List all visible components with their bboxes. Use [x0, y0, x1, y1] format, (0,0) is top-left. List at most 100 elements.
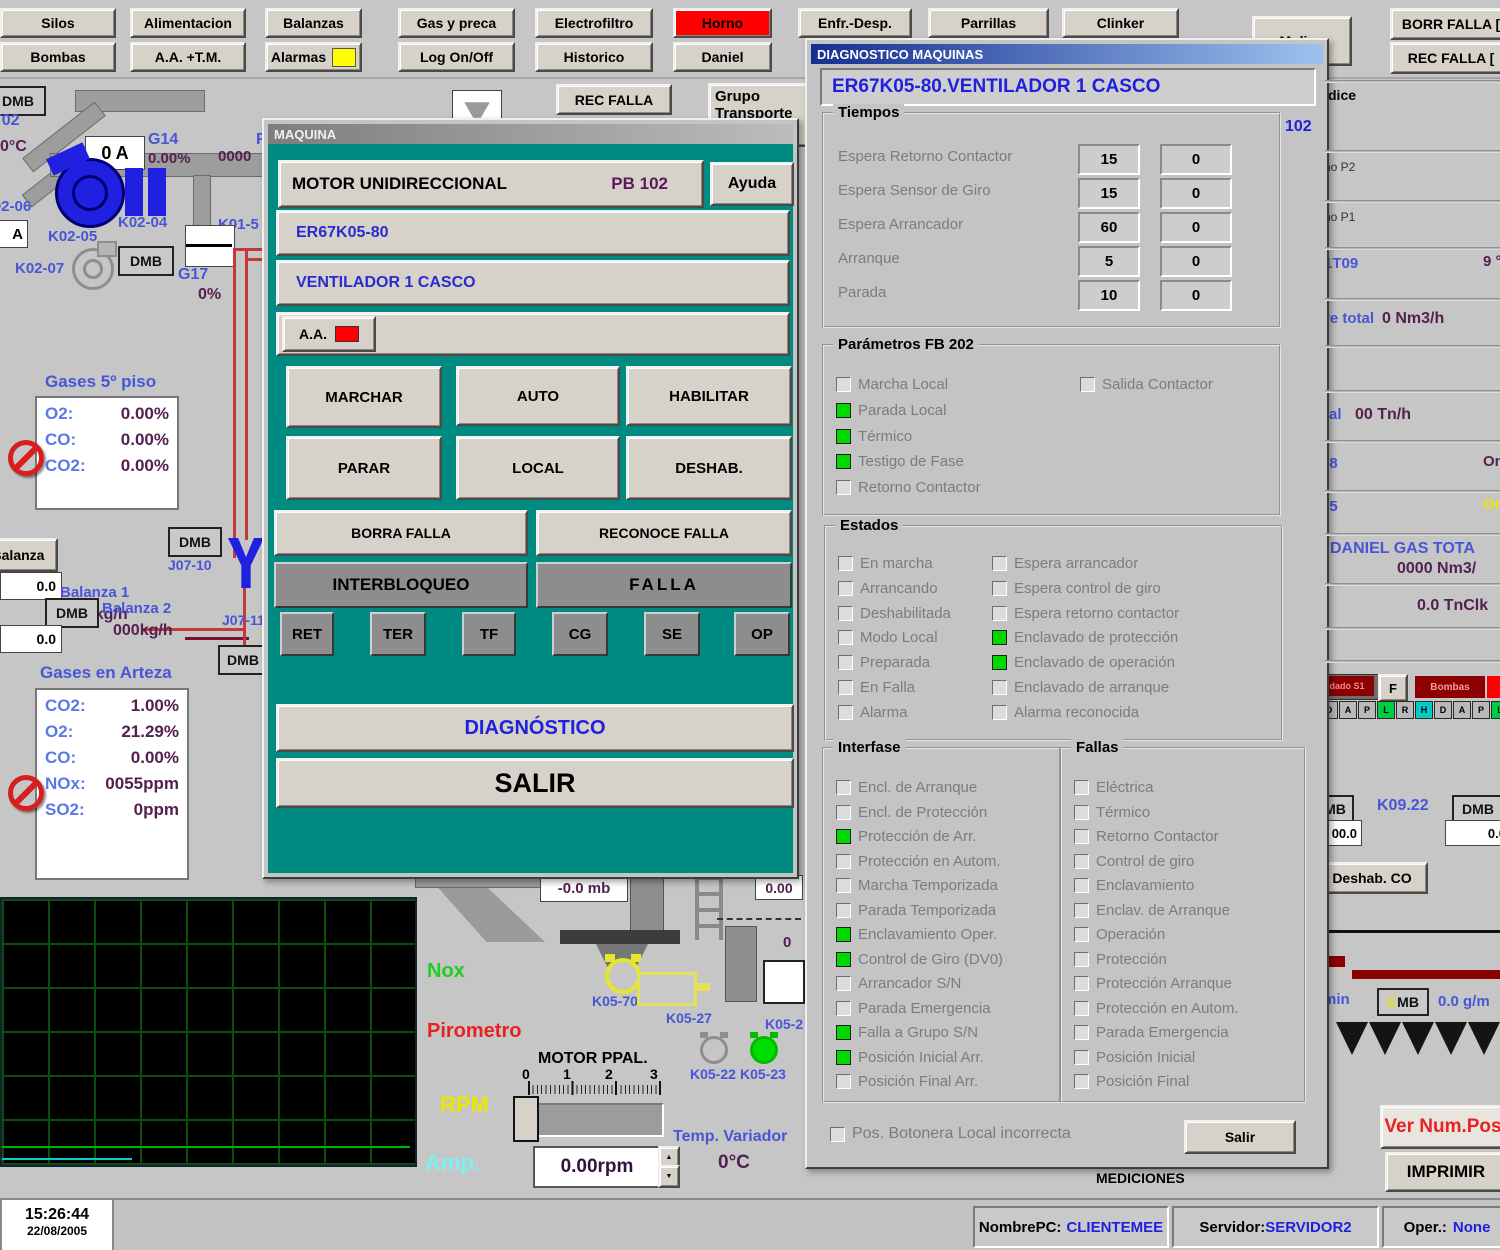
checkbox-parada-temporizada[interactable]: Parada Temporizada — [836, 902, 996, 918]
maquina-titlebar[interactable]: MAQUINA — [268, 124, 793, 144]
mini-status-r[interactable]: R — [1396, 701, 1414, 719]
dmb-box-right[interactable]: DMB — [1452, 795, 1500, 823]
checkbox-posici-n-inicial-arr[interactable]: Posición Inicial Arr. — [836, 1049, 984, 1065]
motor-icon-k05-70[interactable] — [605, 958, 641, 994]
checkbox-t-rmico[interactable]: Térmico — [836, 428, 912, 444]
checkbox-enclavado-de-protecci-n[interactable]: Enclavado de protección — [992, 629, 1178, 645]
toolbar-button-bombas[interactable]: Bombas — [0, 42, 116, 72]
checkbox-en-falla[interactable]: En Falla — [838, 679, 915, 695]
checkbox-testigo-de-fase[interactable]: Testigo de Fase — [836, 453, 964, 469]
parar-button[interactable]: PARAR — [286, 436, 442, 500]
checkbox-posici-n-inicial[interactable]: Posición Inicial — [1074, 1049, 1195, 1065]
dmb-box-2[interactable]: DMB — [118, 246, 174, 276]
checkbox-pos-botonera[interactable]: Pos. Botonera Local incorrecta — [830, 1126, 1071, 1142]
checkbox-marcha-local[interactable]: Marcha Local — [836, 376, 948, 392]
toolbar-button-clinker[interactable]: Clinker — [1062, 8, 1179, 38]
maquina-salir-button[interactable]: SALIR — [276, 758, 794, 808]
imprimir-button[interactable]: IMPRIMIR — [1385, 1152, 1500, 1192]
toolbar-button-parrillas[interactable]: Parrillas — [928, 8, 1049, 38]
toolbar-button-electrofiltro[interactable]: Electrofiltro — [535, 8, 653, 38]
checkbox-marcha-temporizada[interactable]: Marcha Temporizada — [836, 877, 998, 893]
valve-icon-k02-04-a[interactable] — [125, 168, 143, 216]
diagnostico-titlebar[interactable]: DIAGNOSTICO MAQUINAS — [811, 44, 1323, 64]
checkbox-enclavamiento-oper[interactable]: Enclavamiento Oper. — [836, 926, 997, 942]
tiempos-value1-espera-retorno-contactor[interactable]: 15 — [1078, 144, 1140, 175]
dmb-box-5[interactable]: DMB — [218, 645, 268, 675]
checkbox-posici-n-final[interactable]: Posición Final — [1074, 1073, 1189, 1089]
checkbox-posici-n-final-arr[interactable]: Posición Final Arr. — [836, 1073, 978, 1089]
checkbox-t-rmico[interactable]: Térmico — [1074, 804, 1150, 820]
interbloqueo-indicator[interactable]: INTERBLOQUEO — [274, 562, 528, 608]
toolbar-button-horno[interactable]: Horno — [673, 8, 772, 38]
checkbox-espera-arrancador[interactable]: Espera arrancador — [992, 555, 1138, 571]
toolbar-button-log-on-off[interactable]: Log On/Off — [398, 42, 515, 72]
checkbox-parada-emergencia[interactable]: Parada Emergencia — [1074, 1024, 1229, 1040]
valve-icon-k02-04-b[interactable] — [148, 168, 166, 216]
diagnostico-button[interactable]: DIAGNÓSTICO — [276, 704, 794, 752]
toolbar-button-daniel[interactable]: Daniel — [673, 42, 772, 72]
group1-f-button[interactable]: F — [1378, 674, 1408, 702]
checkbox-protecci-n-en-autom[interactable]: Protección en Autom. — [1074, 1000, 1239, 1016]
borr-falla-button[interactable]: BORR FALLA [ — [1390, 8, 1500, 40]
toolbar-button-historico[interactable]: Historico — [535, 42, 653, 72]
reconoce-falla-button[interactable]: RECONOCE FALLA — [536, 510, 792, 556]
mini-status-a[interactable]: A — [1453, 701, 1471, 719]
checkbox-enclavado-de-arranque[interactable]: Enclavado de arranque — [992, 679, 1169, 695]
toolbar-button-gas-y-preca[interactable]: Gas y preca — [398, 8, 515, 38]
falla-indicator[interactable]: FALLA — [536, 562, 792, 608]
spinner-down-button[interactable]: ▼ — [658, 1165, 680, 1188]
checkbox-protecci-n-de-arr[interactable]: Protección de Arr. — [836, 828, 976, 844]
toolbar-button-alarmas[interactable]: Alarmas — [265, 42, 362, 72]
tiempos-value2-espera-retorno-contactor[interactable]: 0 — [1160, 144, 1232, 175]
toolbar-button-balanzas[interactable]: Balanzas — [265, 8, 362, 38]
checkbox-alarma[interactable]: Alarma — [838, 704, 908, 720]
flag-se[interactable]: SE — [644, 612, 700, 656]
flag-ret[interactable]: RET — [280, 612, 334, 656]
ayuda-button[interactable]: Ayuda — [710, 162, 794, 206]
checkbox-protecci-n-en-autom[interactable]: Protección en Autom. — [836, 853, 1001, 869]
checkbox-parada-emergencia[interactable]: Parada Emergencia — [836, 1000, 991, 1016]
habilitar-button[interactable]: HABILITAR — [626, 366, 792, 426]
mini-status-l[interactable]: L — [1491, 701, 1500, 719]
gauge-slider[interactable] — [513, 1096, 539, 1142]
marchar-button[interactable]: MARCHAR — [286, 366, 442, 428]
diag-salir-button[interactable]: Salir — [1184, 1120, 1296, 1154]
checkbox-salida-contactor[interactable]: Salida Contactor — [1080, 376, 1213, 392]
g17-valve-icon[interactable] — [185, 225, 235, 267]
tiempos-value1-espera-sensor-de-giro[interactable]: 15 — [1078, 178, 1140, 209]
checkbox-protecci-n-arranque[interactable]: Protección Arranque — [1074, 975, 1232, 991]
tiempos-value1-arranque[interactable]: 5 — [1078, 246, 1140, 277]
mini-status-d[interactable]: D — [1434, 701, 1452, 719]
checkbox-retorno-contactor[interactable]: Retorno Contactor — [836, 479, 981, 495]
checkbox-control-de-giro[interactable]: Control de giro — [1074, 853, 1194, 869]
checkbox-enclavado-de-operaci-n[interactable]: Enclavado de operación — [992, 654, 1175, 670]
checkbox-protecci-n[interactable]: Protección — [1074, 951, 1167, 967]
checkbox-deshabilitada[interactable]: Deshabilitada — [838, 605, 951, 621]
rpm-spinner[interactable]: 0.00rpm — [533, 1146, 661, 1188]
aa-button[interactable]: A.A. — [282, 316, 376, 352]
dmb-box-3[interactable]: DMB — [168, 527, 222, 557]
toolbar-button-enfr-desp[interactable]: Enfr.-Desp. — [798, 8, 912, 38]
tiempos-value2-parada[interactable]: 0 — [1160, 280, 1232, 311]
tiempos-value1-parada[interactable]: 10 — [1078, 280, 1140, 311]
toolbar-button-a-a-t-m[interactable]: A.A. +T.M. — [130, 42, 246, 72]
deshab-button[interactable]: DESHAB. — [626, 436, 792, 500]
toolbar-button-silos[interactable]: Silos — [0, 8, 116, 38]
checkbox-el-ctrica[interactable]: Eléctrica — [1074, 779, 1154, 795]
checkbox-encl-de-protecci-n[interactable]: Encl. de Protección — [836, 804, 987, 820]
fan-icon-k02-07[interactable] — [72, 248, 114, 290]
checkbox-falla-a-grupo-s-n[interactable]: Falla a Grupo S/N — [836, 1024, 978, 1040]
checkbox-modo-local[interactable]: Modo Local — [838, 629, 938, 645]
motor-icon-k05-22[interactable] — [700, 1036, 728, 1064]
mini-status-p[interactable]: P — [1358, 701, 1376, 719]
mini-status-l[interactable]: L — [1377, 701, 1395, 719]
tiempos-value2-arranque[interactable]: 0 — [1160, 246, 1232, 277]
trend-chart[interactable] — [0, 897, 417, 1167]
checkbox-parada-local[interactable]: Parada Local — [836, 402, 946, 418]
checkbox-en-marcha[interactable]: En marcha — [838, 555, 933, 571]
dmb-box-4[interactable]: DMB — [45, 598, 99, 628]
checkbox-arrancador-s-n[interactable]: Arrancador S/N — [836, 975, 961, 991]
checkbox-arrancando[interactable]: Arrancando — [838, 580, 938, 596]
motor-icon-k05-23[interactable] — [750, 1036, 778, 1064]
deshab-co-button[interactable]: Deshab. CO — [1316, 862, 1428, 894]
